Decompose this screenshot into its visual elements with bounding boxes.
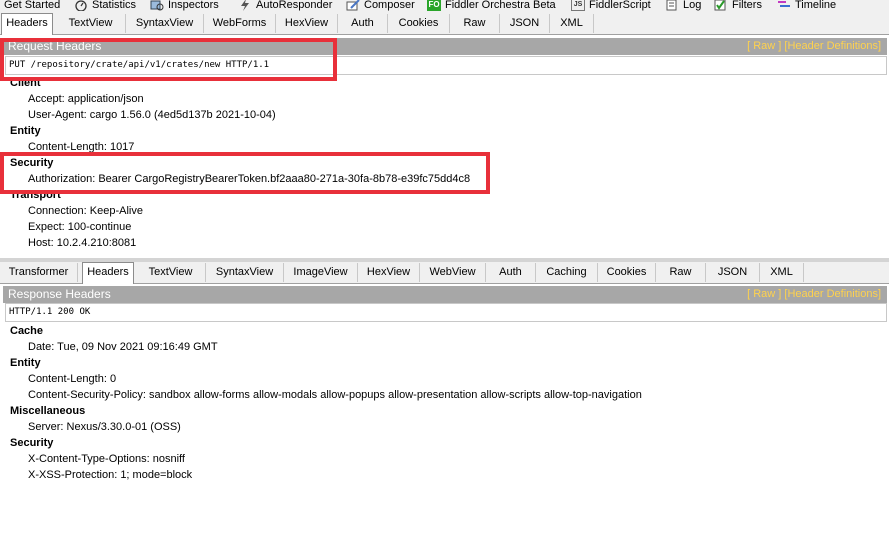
- resp-tab-headers[interactable]: Headers: [82, 262, 134, 284]
- header-item: Host: 10.2.4.210:8081: [28, 237, 137, 249]
- tab-label: Statistics: [92, 0, 137, 11]
- req-tab-headers[interactable]: Headers: [1, 13, 53, 35]
- group-entity: Entity: [10, 357, 41, 369]
- header-item: X-XSS-Protection: 1; mode=block: [28, 469, 193, 481]
- req-tab-auth[interactable]: Auth: [338, 14, 388, 33]
- resp-tab-cookies[interactable]: Cookies: [598, 263, 656, 282]
- resp-tab-syntaxview[interactable]: SyntaxView: [206, 263, 284, 282]
- resp-tab-webview[interactable]: WebView: [420, 263, 486, 282]
- pencil-icon: [346, 0, 360, 11]
- script-icon: JS: [571, 0, 585, 11]
- resp-tab-caching[interactable]: Caching: [536, 263, 598, 282]
- req-tab-textview[interactable]: TextView: [56, 14, 126, 33]
- req-tab-xml[interactable]: XML: [550, 14, 594, 33]
- section-title: Response Headers: [8, 287, 111, 301]
- tab-filters[interactable]: Filters: [714, 0, 762, 13]
- tab-get-started[interactable]: Get Started: [4, 0, 60, 13]
- resp-tab-hexview[interactable]: HexView: [358, 263, 420, 282]
- lightning-icon: [241, 0, 249, 11]
- resp-tab-raw[interactable]: Raw: [656, 263, 706, 282]
- tab-label: Get Started: [4, 0, 61, 11]
- timeline-icon: [778, 1, 790, 7]
- resp-tab-json[interactable]: JSON: [706, 263, 760, 282]
- tab-log[interactable]: Log: [665, 0, 701, 13]
- header-links[interactable]: [ Raw ] [Header Definitions]: [747, 286, 881, 302]
- header-links[interactable]: [ Raw ] [Header Definitions]: [747, 38, 881, 54]
- tab-statistics[interactable]: Statistics: [74, 0, 136, 13]
- header-item: Content-Security-Policy: sandbox allow-f…: [28, 389, 642, 401]
- tab-timeline[interactable]: Timeline: [777, 0, 836, 13]
- tab-label: FiddlerScript: [589, 0, 651, 11]
- header-item: Date: Tue, 09 Nov 2021 09:16:49 GMT: [28, 341, 218, 353]
- resp-tab-textview[interactable]: TextView: [136, 263, 206, 282]
- resp-tab-imageview[interactable]: ImageView: [284, 263, 358, 282]
- req-tab-webforms[interactable]: WebForms: [204, 14, 276, 33]
- tab-label: Log: [683, 0, 702, 11]
- tab-label: Fiddler Orchestra Beta: [445, 0, 556, 11]
- header-item: Expect: 100-continue: [28, 221, 132, 233]
- req-tab-raw[interactable]: Raw: [450, 14, 500, 33]
- group-entity: Entity: [10, 125, 41, 137]
- req-tab-syntaxview[interactable]: SyntaxView: [126, 14, 204, 33]
- header-item: User-Agent: cargo 1.56.0 (4ed5d137b 2021…: [28, 109, 276, 121]
- tab-label: Composer: [364, 0, 415, 11]
- response-headers-title-bar: Response Headers [ Raw ] [Header Definit…: [3, 286, 887, 303]
- status-line: HTTP/1.1 200 OK: [5, 303, 887, 322]
- resp-tab-auth[interactable]: Auth: [486, 263, 536, 282]
- header-item: X-Content-Type-Options: nosniff: [28, 453, 185, 465]
- tab-label: Inspectors: [168, 0, 219, 11]
- tab-inspectors[interactable]: Inspectors: [150, 0, 219, 13]
- group-miscellaneous: Miscellaneous: [10, 405, 86, 417]
- header-item: Accept: application/json: [28, 93, 144, 105]
- header-item: Server: Nexus/3.30.0-01 (OSS): [28, 421, 181, 433]
- highlight-authorization: [0, 152, 490, 194]
- group-security: Security: [10, 437, 54, 449]
- request-tab-bar: Headers TextView SyntaxView WebForms Hex…: [0, 13, 889, 35]
- tab-composer[interactable]: Composer: [346, 0, 415, 13]
- req-tab-cookies[interactable]: Cookies: [388, 14, 450, 33]
- tab-autoresponder[interactable]: AutoResponder: [238, 0, 332, 13]
- inspector-icon: [150, 0, 164, 11]
- fo-icon: FO: [427, 0, 441, 11]
- log-icon: [666, 0, 677, 11]
- stopwatch-icon: [75, 0, 87, 11]
- header-item: Connection: Keep-Alive: [28, 205, 143, 217]
- tab-fiddlerscript[interactable]: JS FiddlerScript: [571, 0, 651, 13]
- group-cache: Cache: [10, 325, 44, 337]
- resp-tab-transformer[interactable]: Transformer: [0, 263, 78, 282]
- header-item: Content-Length: 0: [28, 373, 117, 385]
- resp-tab-xml[interactable]: XML: [760, 263, 804, 282]
- checkbox-icon: [714, 0, 726, 11]
- highlight-request-line: [0, 38, 337, 81]
- req-tab-hexview[interactable]: HexView: [276, 14, 338, 33]
- tab-label: AutoResponder: [256, 0, 333, 11]
- tab-label: Filters: [732, 0, 762, 11]
- req-tab-json[interactable]: JSON: [500, 14, 550, 33]
- response-tab-bar: Transformer Headers TextView SyntaxView …: [0, 262, 889, 284]
- tab-fiddler-orchestra[interactable]: FO Fiddler Orchestra Beta: [427, 0, 556, 13]
- main-tab-bar: Get Started Statistics Inspectors AutoRe…: [0, 0, 889, 13]
- tab-label: Timeline: [795, 0, 837, 11]
